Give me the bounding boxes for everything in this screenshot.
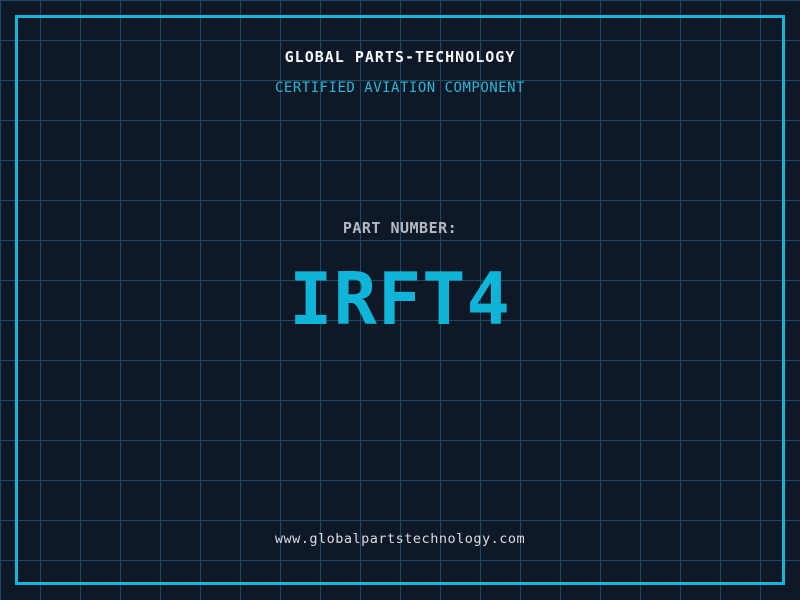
certification-tagline: CERTIFIED AVIATION COMPONENT: [274, 80, 525, 96]
part-label-page: { "header": { "company_name": "GLOBAL PA…: [0, 0, 800, 600]
part-number-label: PART NUMBER:: [342, 219, 458, 237]
part-number-value: IRFT4: [289, 257, 511, 341]
company-name: GLOBAL PARTS-TECHNOLOGY: [284, 48, 516, 66]
website-url: www.globalpartstechnology.com: [274, 531, 526, 547]
